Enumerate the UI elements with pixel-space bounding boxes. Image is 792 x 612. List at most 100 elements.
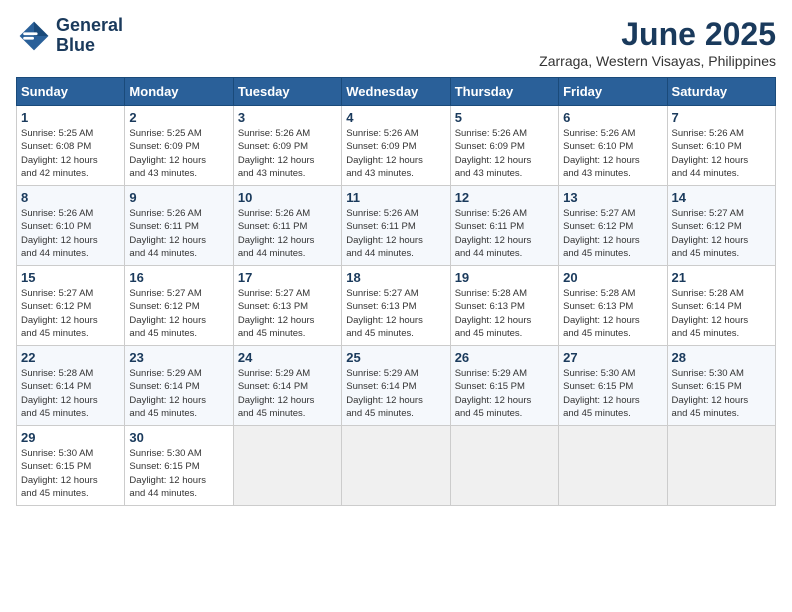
calendar-cell: 19 Sunrise: 5:28 AMSunset: 6:13 PMDaylig… xyxy=(450,266,558,346)
day-number: 4 xyxy=(346,110,445,125)
calendar-cell: 26 Sunrise: 5:29 AMSunset: 6:15 PMDaylig… xyxy=(450,346,558,426)
day-number: 19 xyxy=(455,270,554,285)
day-info: Sunrise: 5:27 AMSunset: 6:12 PMDaylight:… xyxy=(672,208,749,259)
day-number: 12 xyxy=(455,190,554,205)
day-number: 20 xyxy=(563,270,662,285)
day-number: 27 xyxy=(563,350,662,365)
col-saturday: Saturday xyxy=(667,78,775,106)
day-info: Sunrise: 5:27 AMSunset: 6:12 PMDaylight:… xyxy=(129,288,206,339)
logo-text: General Blue xyxy=(56,16,123,56)
day-number: 15 xyxy=(21,270,120,285)
day-info: Sunrise: 5:26 AMSunset: 6:10 PMDaylight:… xyxy=(21,208,98,259)
day-info: Sunrise: 5:28 AMSunset: 6:13 PMDaylight:… xyxy=(563,288,640,339)
day-info: Sunrise: 5:26 AMSunset: 6:09 PMDaylight:… xyxy=(346,128,423,179)
day-number: 9 xyxy=(129,190,228,205)
logo-icon xyxy=(16,18,52,54)
day-info: Sunrise: 5:26 AMSunset: 6:09 PMDaylight:… xyxy=(238,128,315,179)
title-block: June 2025 Zarraga, Western Visayas, Phil… xyxy=(539,16,776,69)
day-info: Sunrise: 5:28 AMSunset: 6:14 PMDaylight:… xyxy=(672,288,749,339)
day-number: 18 xyxy=(346,270,445,285)
calendar-cell: 28 Sunrise: 5:30 AMSunset: 6:15 PMDaylig… xyxy=(667,346,775,426)
calendar-table: Sunday Monday Tuesday Wednesday Thursday… xyxy=(16,77,776,506)
day-info: Sunrise: 5:25 AMSunset: 6:09 PMDaylight:… xyxy=(129,128,206,179)
page-header: General Blue June 2025 Zarraga, Western … xyxy=(16,16,776,69)
location: Zarraga, Western Visayas, Philippines xyxy=(539,53,776,69)
day-info: Sunrise: 5:26 AMSunset: 6:11 PMDaylight:… xyxy=(346,208,423,259)
calendar-cell: 18 Sunrise: 5:27 AMSunset: 6:13 PMDaylig… xyxy=(342,266,450,346)
calendar-cell: 24 Sunrise: 5:29 AMSunset: 6:14 PMDaylig… xyxy=(233,346,341,426)
calendar-week-row: 22 Sunrise: 5:28 AMSunset: 6:14 PMDaylig… xyxy=(17,346,776,426)
calendar-cell: 1 Sunrise: 5:25 AMSunset: 6:08 PMDayligh… xyxy=(17,106,125,186)
day-number: 30 xyxy=(129,430,228,445)
calendar-cell: 15 Sunrise: 5:27 AMSunset: 6:12 PMDaylig… xyxy=(17,266,125,346)
calendar-cell: 10 Sunrise: 5:26 AMSunset: 6:11 PMDaylig… xyxy=(233,186,341,266)
calendar-cell: 7 Sunrise: 5:26 AMSunset: 6:10 PMDayligh… xyxy=(667,106,775,186)
col-sunday: Sunday xyxy=(17,78,125,106)
calendar-cell: 23 Sunrise: 5:29 AMSunset: 6:14 PMDaylig… xyxy=(125,346,233,426)
calendar-week-row: 1 Sunrise: 5:25 AMSunset: 6:08 PMDayligh… xyxy=(17,106,776,186)
calendar-cell: 30 Sunrise: 5:30 AMSunset: 6:15 PMDaylig… xyxy=(125,426,233,506)
calendar-cell xyxy=(559,426,667,506)
calendar-cell: 25 Sunrise: 5:29 AMSunset: 6:14 PMDaylig… xyxy=(342,346,450,426)
calendar-cell: 17 Sunrise: 5:27 AMSunset: 6:13 PMDaylig… xyxy=(233,266,341,346)
col-friday: Friday xyxy=(559,78,667,106)
calendar-cell: 2 Sunrise: 5:25 AMSunset: 6:09 PMDayligh… xyxy=(125,106,233,186)
day-number: 5 xyxy=(455,110,554,125)
col-thursday: Thursday xyxy=(450,78,558,106)
day-number: 16 xyxy=(129,270,228,285)
calendar-cell: 16 Sunrise: 5:27 AMSunset: 6:12 PMDaylig… xyxy=(125,266,233,346)
day-number: 1 xyxy=(21,110,120,125)
calendar-header-row: Sunday Monday Tuesday Wednesday Thursday… xyxy=(17,78,776,106)
day-number: 26 xyxy=(455,350,554,365)
day-number: 23 xyxy=(129,350,228,365)
calendar-cell: 29 Sunrise: 5:30 AMSunset: 6:15 PMDaylig… xyxy=(17,426,125,506)
calendar-cell: 5 Sunrise: 5:26 AMSunset: 6:09 PMDayligh… xyxy=(450,106,558,186)
day-info: Sunrise: 5:29 AMSunset: 6:14 PMDaylight:… xyxy=(346,368,423,419)
day-info: Sunrise: 5:27 AMSunset: 6:12 PMDaylight:… xyxy=(563,208,640,259)
calendar-cell: 4 Sunrise: 5:26 AMSunset: 6:09 PMDayligh… xyxy=(342,106,450,186)
calendar-cell: 13 Sunrise: 5:27 AMSunset: 6:12 PMDaylig… xyxy=(559,186,667,266)
col-wednesday: Wednesday xyxy=(342,78,450,106)
day-number: 24 xyxy=(238,350,337,365)
day-info: Sunrise: 5:27 AMSunset: 6:12 PMDaylight:… xyxy=(21,288,98,339)
day-info: Sunrise: 5:29 AMSunset: 6:14 PMDaylight:… xyxy=(238,368,315,419)
day-info: Sunrise: 5:28 AMSunset: 6:14 PMDaylight:… xyxy=(21,368,98,419)
calendar-cell: 14 Sunrise: 5:27 AMSunset: 6:12 PMDaylig… xyxy=(667,186,775,266)
calendar-cell: 20 Sunrise: 5:28 AMSunset: 6:13 PMDaylig… xyxy=(559,266,667,346)
day-info: Sunrise: 5:29 AMSunset: 6:14 PMDaylight:… xyxy=(129,368,206,419)
day-info: Sunrise: 5:26 AMSunset: 6:10 PMDaylight:… xyxy=(563,128,640,179)
day-info: Sunrise: 5:30 AMSunset: 6:15 PMDaylight:… xyxy=(563,368,640,419)
day-info: Sunrise: 5:27 AMSunset: 6:13 PMDaylight:… xyxy=(346,288,423,339)
day-number: 10 xyxy=(238,190,337,205)
day-info: Sunrise: 5:26 AMSunset: 6:11 PMDaylight:… xyxy=(455,208,532,259)
day-number: 14 xyxy=(672,190,771,205)
day-number: 8 xyxy=(21,190,120,205)
day-info: Sunrise: 5:25 AMSunset: 6:08 PMDaylight:… xyxy=(21,128,98,179)
day-number: 21 xyxy=(672,270,771,285)
day-number: 25 xyxy=(346,350,445,365)
calendar-cell xyxy=(667,426,775,506)
day-number: 13 xyxy=(563,190,662,205)
day-number: 29 xyxy=(21,430,120,445)
calendar-week-row: 15 Sunrise: 5:27 AMSunset: 6:12 PMDaylig… xyxy=(17,266,776,346)
calendar-cell xyxy=(233,426,341,506)
calendar-cell: 12 Sunrise: 5:26 AMSunset: 6:11 PMDaylig… xyxy=(450,186,558,266)
calendar-cell: 27 Sunrise: 5:30 AMSunset: 6:15 PMDaylig… xyxy=(559,346,667,426)
day-info: Sunrise: 5:28 AMSunset: 6:13 PMDaylight:… xyxy=(455,288,532,339)
day-info: Sunrise: 5:27 AMSunset: 6:13 PMDaylight:… xyxy=(238,288,315,339)
day-info: Sunrise: 5:30 AMSunset: 6:15 PMDaylight:… xyxy=(21,448,98,499)
day-number: 2 xyxy=(129,110,228,125)
calendar-cell xyxy=(450,426,558,506)
logo: General Blue xyxy=(16,16,123,56)
day-number: 28 xyxy=(672,350,771,365)
day-info: Sunrise: 5:29 AMSunset: 6:15 PMDaylight:… xyxy=(455,368,532,419)
day-number: 3 xyxy=(238,110,337,125)
day-info: Sunrise: 5:26 AMSunset: 6:09 PMDaylight:… xyxy=(455,128,532,179)
day-number: 6 xyxy=(563,110,662,125)
calendar-week-row: 29 Sunrise: 5:30 AMSunset: 6:15 PMDaylig… xyxy=(17,426,776,506)
day-info: Sunrise: 5:30 AMSunset: 6:15 PMDaylight:… xyxy=(672,368,749,419)
day-number: 17 xyxy=(238,270,337,285)
day-number: 11 xyxy=(346,190,445,205)
calendar-cell xyxy=(342,426,450,506)
day-number: 22 xyxy=(21,350,120,365)
